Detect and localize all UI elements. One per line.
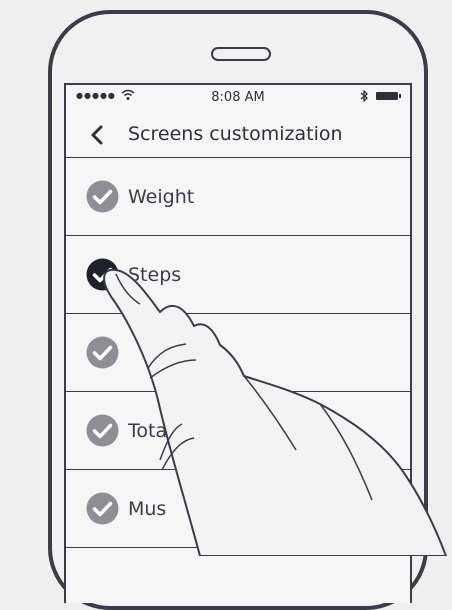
bluetooth-icon <box>360 90 368 102</box>
item-label: Mus <box>128 497 167 520</box>
list-item-mass[interactable]: ass <box>66 314 410 392</box>
back-chevron-icon[interactable] <box>84 121 112 149</box>
check-icon[interactable] <box>86 180 119 213</box>
check-icon[interactable] <box>86 492 119 525</box>
list-item-weight[interactable]: Weight <box>66 158 410 236</box>
speaker-slot <box>211 47 271 61</box>
status-bar: ●●●●● 8:08 AM <box>66 85 410 113</box>
page-title: Screens customization <box>128 123 343 145</box>
nav-bar: Screens customization <box>66 113 410 158</box>
screen: ●●●●● 8:08 AM Screens customization Weig… <box>64 83 412 603</box>
item-label: Weight <box>128 185 195 208</box>
list-item-steps[interactable]: Steps <box>66 236 410 314</box>
screens-list: Weight Steps ass Tota Mus <box>66 158 410 548</box>
check-icon[interactable] <box>86 414 119 447</box>
check-icon[interactable] <box>86 258 119 291</box>
battery-icon <box>376 92 401 100</box>
check-icon[interactable] <box>86 336 119 369</box>
list-item-muscle[interactable]: Mus <box>66 470 410 548</box>
status-right <box>360 90 401 102</box>
list-item-total[interactable]: Tota <box>66 392 410 470</box>
item-label: Steps <box>128 263 182 286</box>
phone-frame: ●●●●● 8:08 AM Screens customization Weig… <box>48 10 428 610</box>
item-label: Tota <box>128 419 168 442</box>
item-label: ass <box>173 341 205 364</box>
status-time: 8:08 AM <box>211 90 265 105</box>
